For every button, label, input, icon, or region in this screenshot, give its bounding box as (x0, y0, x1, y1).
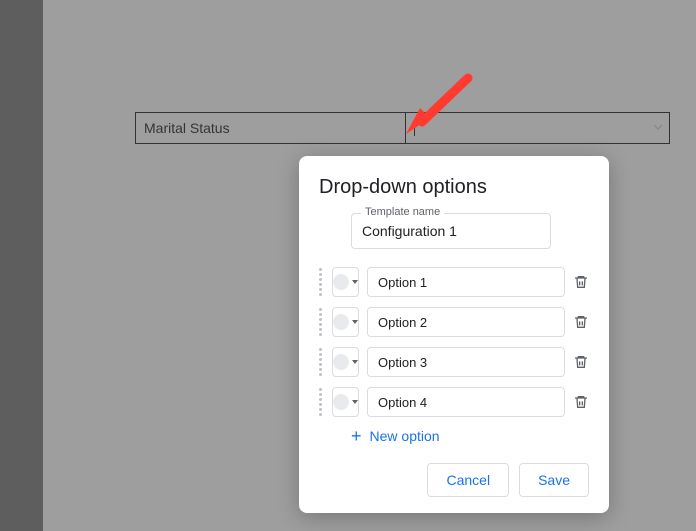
drag-handle-icon[interactable] (319, 393, 324, 411)
chevron-down-icon (352, 360, 358, 364)
option-color-picker[interactable] (332, 347, 359, 377)
template-name-input[interactable] (351, 213, 551, 249)
option-row (319, 387, 589, 417)
chevron-down-icon (352, 320, 358, 324)
option-color-picker[interactable] (332, 307, 359, 337)
option-label-input[interactable] (367, 307, 565, 337)
option-row (319, 307, 589, 337)
dialog-title: Drop-down options (319, 176, 589, 199)
template-name-label: Template name (361, 206, 444, 218)
delete-option-button[interactable] (573, 351, 589, 373)
new-option-label: New option (370, 428, 440, 444)
chevron-down-icon (352, 280, 358, 284)
option-label-input[interactable] (367, 387, 565, 417)
delete-option-button[interactable] (573, 311, 589, 333)
chevron-down-icon (352, 400, 358, 404)
dropdown-options-dialog: Drop-down options Template name + New op… (299, 156, 609, 513)
option-color-picker[interactable] (332, 267, 359, 297)
drag-handle-icon[interactable] (319, 313, 324, 331)
option-label-input[interactable] (367, 347, 565, 377)
option-row (319, 347, 589, 377)
delete-option-button[interactable] (573, 391, 589, 413)
option-label-input[interactable] (367, 267, 565, 297)
new-option-button[interactable]: + New option (351, 427, 589, 445)
drag-handle-icon[interactable] (319, 353, 324, 371)
plus-icon: + (351, 427, 362, 445)
cancel-button[interactable]: Cancel (427, 463, 509, 497)
option-color-picker[interactable] (332, 387, 359, 417)
drag-handle-icon[interactable] (319, 273, 324, 291)
option-row (319, 267, 589, 297)
dialog-actions: Cancel Save (319, 463, 589, 497)
template-name-field: Template name (351, 213, 551, 249)
save-button[interactable]: Save (519, 463, 589, 497)
delete-option-button[interactable] (573, 271, 589, 293)
